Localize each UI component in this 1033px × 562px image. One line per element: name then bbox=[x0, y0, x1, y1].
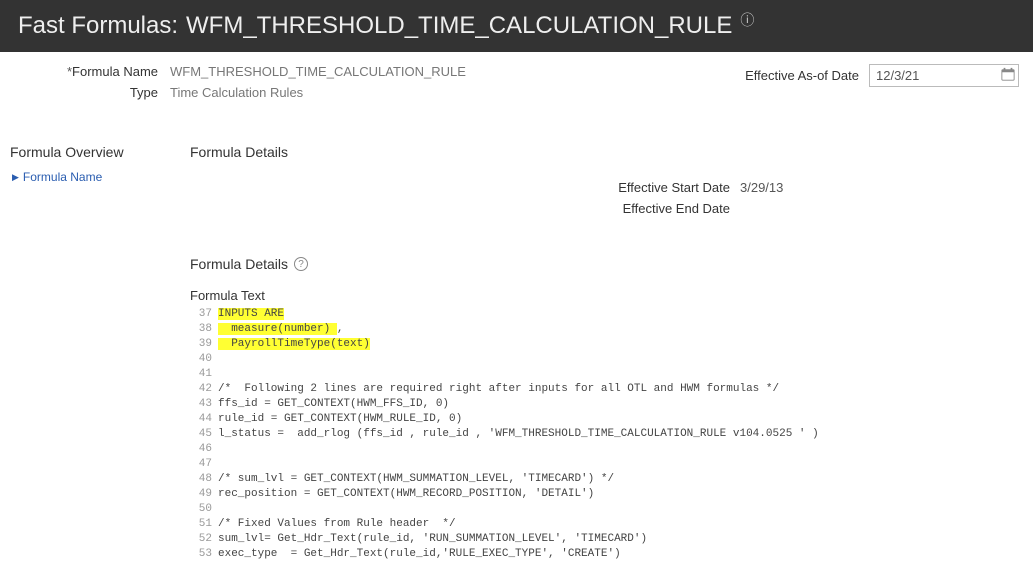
line-number: 39 bbox=[190, 337, 218, 352]
formula-name-label: *Formula Name bbox=[18, 64, 158, 79]
code-text: sum_lvl= Get_Hdr_Text(rule_id, 'RUN_SUMM… bbox=[218, 532, 1023, 547]
code-text bbox=[218, 457, 1023, 472]
effective-as-of: Effective As-of Date bbox=[745, 64, 1015, 87]
code-line: 49rec_position = GET_CONTEXT(HWM_RECORD_… bbox=[190, 487, 1023, 502]
title-bar: Fast Formulas: WFM_THRESHOLD_TIME_CALCUL… bbox=[0, 0, 1033, 52]
asof-label: Effective As-of Date bbox=[745, 68, 859, 83]
code-line: 44rule_id = GET_CONTEXT(HWM_RULE_ID, 0) bbox=[190, 412, 1023, 427]
line-number: 40 bbox=[190, 352, 218, 367]
line-number: 50 bbox=[190, 502, 218, 517]
line-number: 37 bbox=[190, 307, 218, 322]
code-text: /* Following 2 lines are required right … bbox=[218, 382, 1023, 397]
formula-name-value: WFM_THRESHOLD_TIME_CALCULATION_RULE bbox=[170, 64, 466, 79]
code-line: 51/* Fixed Values from Rule header */ bbox=[190, 517, 1023, 532]
help-icon[interactable]: ⓘ bbox=[740, 10, 754, 30]
code-line: 48/* sum_lvl = GET_CONTEXT(HWM_SUMMATION… bbox=[190, 472, 1023, 487]
eff-start-label: Effective Start Date bbox=[590, 180, 740, 195]
code-text: ffs_id = GET_CONTEXT(HWM_FFS_ID, 0) bbox=[218, 397, 1023, 412]
details-header: Formula Details bbox=[190, 144, 1023, 160]
formula-text-label: Formula Text bbox=[190, 288, 1023, 303]
code-line: 53exec_type = Get_Hdr_Text(rule_id,'RULE… bbox=[190, 547, 1023, 562]
line-number: 41 bbox=[190, 367, 218, 382]
line-number: 38 bbox=[190, 322, 218, 337]
line-number: 45 bbox=[190, 427, 218, 442]
line-number: 48 bbox=[190, 472, 218, 487]
code-line: 40 bbox=[190, 352, 1023, 367]
eff-end-label: Effective End Date bbox=[590, 201, 740, 216]
code-line: 37INPUTS ARE bbox=[190, 307, 1023, 322]
title-formula-name: WFM_THRESHOLD_TIME_CALCULATION_RULE bbox=[186, 12, 732, 40]
line-number: 44 bbox=[190, 412, 218, 427]
line-number: 43 bbox=[190, 397, 218, 412]
code-text: l_status = add_rlog (ffs_id , rule_id , … bbox=[218, 427, 1023, 442]
effective-dates: Effective Start Date 3/29/13 Effective E… bbox=[190, 180, 1023, 216]
code-line: 52sum_lvl= Get_Hdr_Text(rule_id, 'RUN_SU… bbox=[190, 532, 1023, 547]
line-number: 49 bbox=[190, 487, 218, 502]
code-text: exec_type = Get_Hdr_Text(rule_id,'RULE_E… bbox=[218, 547, 1023, 562]
code-line: 43ffs_id = GET_CONTEXT(HWM_FFS_ID, 0) bbox=[190, 397, 1023, 412]
code-text: rule_id = GET_CONTEXT(HWM_RULE_ID, 0) bbox=[218, 412, 1023, 427]
formula-details-subheader: Formula Details ? bbox=[190, 256, 1023, 272]
code-text: PayrollTimeType(text) bbox=[218, 337, 1023, 352]
code-text bbox=[218, 352, 1023, 367]
code-line: 50 bbox=[190, 502, 1023, 517]
formula-text-viewer: 37INPUTS ARE38 measure(number) ,39 Payro… bbox=[190, 307, 1023, 562]
nav-formula-name[interactable]: ▶ Formula Name bbox=[12, 170, 170, 184]
code-line: 45l_status = add_rlog (ffs_id , rule_id … bbox=[190, 427, 1023, 442]
line-number: 47 bbox=[190, 457, 218, 472]
code-line: 39 PayrollTimeType(text) bbox=[190, 337, 1023, 352]
code-text: rec_position = GET_CONTEXT(HWM_RECORD_PO… bbox=[218, 487, 1023, 502]
line-number: 51 bbox=[190, 517, 218, 532]
code-text bbox=[218, 502, 1023, 517]
code-line: 47 bbox=[190, 457, 1023, 472]
header-form: *Formula Name WFM_THRESHOLD_TIME_CALCULA… bbox=[0, 52, 1033, 104]
code-text bbox=[218, 367, 1023, 382]
code-line: 42/* Following 2 lines are required righ… bbox=[190, 382, 1023, 397]
code-text: /* Fixed Values from Rule header */ bbox=[218, 517, 1023, 532]
code-text bbox=[218, 442, 1023, 457]
code-text: /* sum_lvl = GET_CONTEXT(HWM_SUMMATION_L… bbox=[218, 472, 1023, 487]
code-line: 38 measure(number) , bbox=[190, 322, 1023, 337]
code-line: 46 bbox=[190, 442, 1023, 457]
sidebar: Formula Overview ▶ Formula Name bbox=[10, 144, 170, 562]
line-number: 53 bbox=[190, 547, 218, 562]
help-circle-icon[interactable]: ? bbox=[294, 257, 308, 271]
code-text: measure(number) , bbox=[218, 322, 1023, 337]
overview-header: Formula Overview bbox=[10, 144, 170, 160]
form-left: *Formula Name WFM_THRESHOLD_TIME_CALCULA… bbox=[18, 64, 466, 100]
formula-type-value: Time Calculation Rules bbox=[170, 85, 466, 100]
content: Formula Details Effective Start Date 3/2… bbox=[190, 144, 1023, 562]
asof-date-input[interactable] bbox=[869, 64, 1019, 87]
title-prefix: Fast Formulas: bbox=[18, 12, 178, 40]
code-text: INPUTS ARE bbox=[218, 307, 1023, 322]
eff-end-value bbox=[740, 201, 1023, 216]
code-line: 41 bbox=[190, 367, 1023, 382]
eff-start-value: 3/29/13 bbox=[740, 180, 1023, 195]
line-number: 52 bbox=[190, 532, 218, 547]
line-number: 46 bbox=[190, 442, 218, 457]
line-number: 42 bbox=[190, 382, 218, 397]
formula-type-label: Type bbox=[18, 85, 158, 100]
disclosure-triangle-icon: ▶ bbox=[12, 172, 19, 183]
main-area: Formula Overview ▶ Formula Name Formula … bbox=[0, 104, 1033, 562]
nav-item-label: Formula Name bbox=[23, 170, 102, 184]
